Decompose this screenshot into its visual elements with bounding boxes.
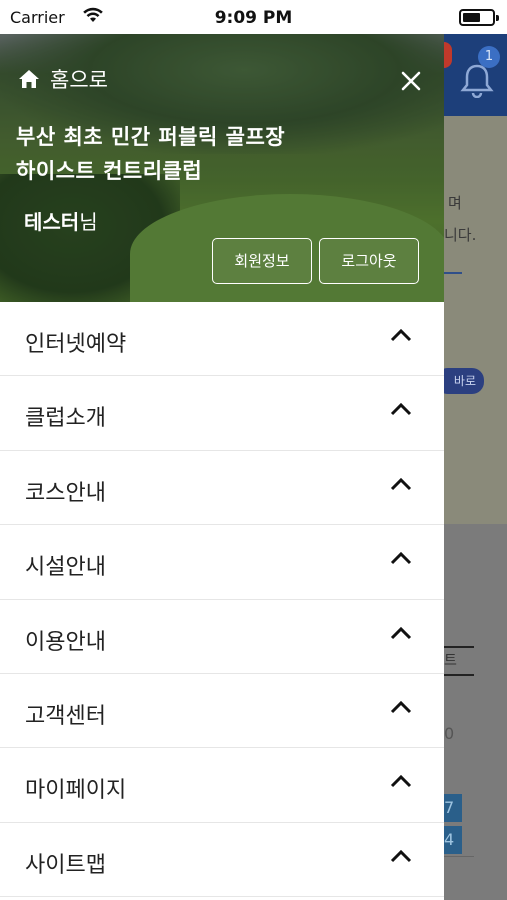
menu-item-course-guide[interactable]: 코스안내 (0, 451, 444, 526)
club-title-line2: 하이스트 컨트리클럽 (16, 159, 203, 183)
background-divider (444, 272, 462, 274)
menu-item-label: 클럽소개 (25, 406, 106, 432)
header-accent (444, 42, 452, 68)
bell-icon[interactable] (460, 62, 494, 102)
chevron-up-icon[interactable] (390, 551, 412, 565)
menu-item-label: 이용안내 (25, 629, 106, 655)
menu-item-customer-center[interactable]: 고객센터 (0, 674, 444, 749)
side-drawer: 홈으로 부산 최초 민간 퍼블릭 골프장 하이스트 컨트리클럽 테스터님 회원정… (0, 34, 444, 900)
background-text: 니다. (444, 226, 477, 244)
chevron-up-icon[interactable] (390, 402, 412, 416)
user-suffix: 님 (79, 210, 98, 234)
menu-item-club-intro[interactable]: 클럽소개 (0, 376, 444, 451)
home-link[interactable]: 홈으로 (18, 64, 108, 94)
chevron-up-icon[interactable] (390, 328, 412, 342)
chevron-up-icon[interactable] (390, 849, 412, 863)
member-info-button[interactable]: 회원정보 (212, 238, 312, 284)
background-page[interactable]: 1 며 니다. 바로 트 0 7 4 (444, 34, 507, 900)
background-tab[interactable]: 트 (444, 646, 474, 676)
menu-item-label: 시설안내 (25, 555, 106, 581)
close-icon[interactable] (398, 68, 424, 94)
background-banner (444, 116, 507, 524)
background-text: 0 (444, 724, 455, 743)
background-header: 1 (444, 34, 507, 116)
logout-button[interactable]: 로그아웃 (319, 238, 419, 284)
menu-item-facilities[interactable]: 시설안내 (0, 525, 444, 600)
clock: 9:09 PM (214, 8, 293, 28)
drawer-menu: 인터넷예약 클럽소개 코스안내 시설안내 이용안내 고객센터 마이페이지 사이트… (0, 302, 444, 898)
menu-item-usage-guide[interactable]: 이용안내 (0, 600, 444, 674)
club-title: 부산 최초 민간 퍼블릭 골프장 하이스트 컨트리클럽 (16, 120, 285, 188)
home-link-label: 홈으로 (50, 68, 108, 92)
background-divider (444, 856, 474, 857)
chevron-up-icon[interactable] (390, 477, 412, 491)
club-title-line1: 부산 최초 민간 퍼블릭 골프장 (16, 125, 286, 149)
notification-badge: 1 (478, 46, 500, 68)
menu-item-label: 사이트맵 (25, 852, 106, 878)
background-cell[interactable]: 7 (444, 794, 462, 822)
menu-item-label: 고객센터 (25, 703, 106, 729)
background-text: 며 (448, 194, 462, 212)
user-greeting: 테스터님 (24, 206, 98, 235)
chevron-up-icon[interactable] (390, 774, 412, 788)
menu-item-label: 코스안내 (25, 480, 106, 506)
user-name: 테스터 (24, 210, 80, 234)
menu-item-internet-reservation[interactable]: 인터넷예약 (0, 302, 444, 377)
background-pill-button[interactable]: 바로 (444, 368, 484, 394)
background-cell[interactable]: 4 (444, 826, 462, 854)
chevron-up-icon[interactable] (390, 626, 412, 640)
menu-item-my-page[interactable]: 마이페이지 (0, 748, 444, 823)
menu-item-label: 마이페이지 (25, 778, 127, 804)
menu-item-sitemap[interactable]: 사이트맵 (0, 823, 444, 898)
home-icon (19, 70, 39, 88)
chevron-up-icon[interactable] (390, 700, 412, 714)
battery-icon (459, 9, 499, 26)
menu-item-label: 인터넷예약 (25, 332, 127, 357)
status-bar: Carrier 9:09 PM (0, 0, 507, 34)
drawer-hero: 홈으로 부산 최초 민간 퍼블릭 골프장 하이스트 컨트리클럽 테스터님 회원정… (0, 34, 444, 302)
